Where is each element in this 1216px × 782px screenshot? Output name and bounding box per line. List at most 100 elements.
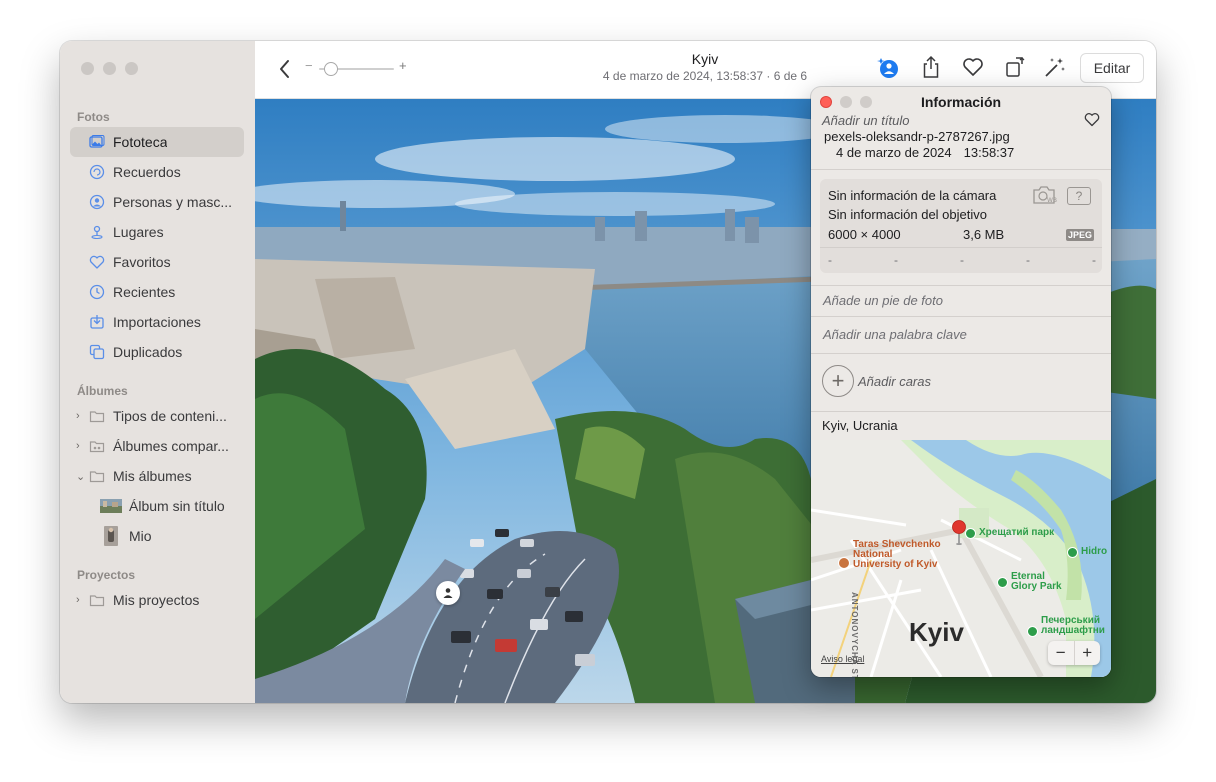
favorite-toggle[interactable] bbox=[1084, 112, 1100, 128]
info-panel: Información Añadir un título pexels-olek… bbox=[811, 87, 1111, 677]
chevron-down-icon[interactable]: ⌄ bbox=[76, 470, 85, 483]
zoom-slider[interactable]: − + bbox=[305, 58, 415, 77]
sidebar-item-label: Mis proyectos bbox=[113, 592, 200, 608]
exif-values: - - - - - bbox=[828, 253, 1096, 267]
sidebar-item-fototeca[interactable]: Fototeca bbox=[70, 127, 244, 157]
svg-text:WB: WB bbox=[1047, 197, 1057, 204]
location-map[interactable]: Taras Shevchenko National University of … bbox=[811, 440, 1111, 677]
sidebar-item-label: Recuerdos bbox=[113, 164, 181, 180]
zoom-knob[interactable] bbox=[323, 62, 338, 76]
zoom-button[interactable] bbox=[125, 62, 138, 75]
sidebar-item-label: Importaciones bbox=[113, 314, 201, 330]
hidro-pin-icon[interactable] bbox=[1067, 547, 1078, 558]
map-zoom-in-button[interactable]: + bbox=[1073, 641, 1101, 665]
zoom-in-label: + bbox=[399, 58, 407, 73]
divider bbox=[820, 247, 1102, 248]
divider bbox=[811, 285, 1111, 286]
chevron-right-icon[interactable]: › bbox=[76, 440, 80, 452]
exif-value: - bbox=[894, 253, 898, 267]
rotate-button[interactable] bbox=[1002, 56, 1028, 82]
map-label-eternal-glory: Eternal Glory Park bbox=[1011, 571, 1062, 592]
add-title-field[interactable]: Añadir un título bbox=[822, 113, 909, 128]
zoom-out-label: − bbox=[305, 58, 313, 73]
person-icon bbox=[441, 586, 455, 600]
magic-wand-icon bbox=[1043, 55, 1067, 84]
folder-icon bbox=[88, 407, 106, 425]
photo-title: Kyiv bbox=[691, 51, 719, 67]
sidebar-item-label: Tipos de conteni... bbox=[113, 408, 227, 424]
sidebar-item-label: Personas y masc... bbox=[113, 194, 233, 210]
eternal-glory-pin-icon[interactable] bbox=[997, 577, 1008, 588]
sidebar-item-label: Lugares bbox=[113, 224, 164, 240]
divider bbox=[811, 411, 1111, 412]
caption-field[interactable]: Añade un pie de foto bbox=[823, 293, 943, 308]
camera-wb-icon: WB bbox=[1032, 185, 1058, 205]
chevron-right-icon[interactable]: › bbox=[76, 594, 80, 606]
import-icon bbox=[88, 313, 106, 331]
university-pin-icon[interactable] bbox=[838, 557, 850, 569]
shared-folder-icon bbox=[88, 437, 106, 455]
album-thumbnail bbox=[100, 526, 122, 546]
sidebar-item-favoritos[interactable]: Favoritos bbox=[70, 247, 244, 277]
sidebar-item-recientes[interactable]: Recientes bbox=[70, 277, 244, 307]
capture-datetime: 4 de marzo de 2024 13:58:37 bbox=[824, 145, 1014, 160]
album-thumbnail bbox=[100, 497, 122, 515]
location-pin-icon[interactable] bbox=[951, 520, 967, 546]
close-button[interactable] bbox=[81, 62, 94, 75]
photo-date-subtitle: 4 de marzo de 2024, 13:58:37 · 6 de 6 bbox=[602, 69, 808, 83]
enhance-button[interactable] bbox=[1042, 56, 1068, 82]
sidebar-item-label: Álbum sin título bbox=[129, 498, 225, 514]
sidebar-item-label: Duplicados bbox=[113, 344, 183, 360]
sidebar-item-personas[interactable]: Personas y masc... bbox=[70, 187, 244, 217]
map-label-pechersk: Печерський ландшафтни bbox=[1041, 615, 1105, 636]
back-button[interactable] bbox=[275, 57, 295, 81]
keyword-field[interactable]: Añadir una palabra clave bbox=[823, 327, 967, 342]
section-header-proyectos: Proyectos bbox=[77, 568, 136, 582]
divider bbox=[811, 316, 1111, 317]
file-size: 3,6 MB bbox=[963, 227, 1005, 242]
sidebar-item-mis-albumes[interactable]: ⌄ Mis álbumes bbox=[70, 461, 244, 491]
window-controls bbox=[81, 62, 138, 75]
add-faces-button[interactable]: + Añadir caras bbox=[822, 365, 931, 397]
share-button[interactable] bbox=[918, 55, 944, 82]
photo-library-icon bbox=[88, 133, 106, 151]
sidebar-item-lugares[interactable]: Lugares bbox=[70, 217, 244, 247]
location-label: Kyiv, Ucrania bbox=[822, 418, 898, 433]
sidebar-item-mio[interactable]: Mio bbox=[70, 521, 244, 551]
info-face-button[interactable] bbox=[875, 56, 901, 82]
sidebar-item-duplicados[interactable]: Duplicados bbox=[70, 337, 244, 367]
section-header-fotos: Fotos bbox=[77, 110, 110, 124]
sidebar-item-mis-proyectos[interactable]: › Mis proyectos bbox=[70, 585, 244, 615]
sidebar-item-label: Fototeca bbox=[113, 134, 168, 150]
info-face-icon bbox=[875, 54, 901, 85]
sidebar-item-albumes-compartidos[interactable]: › Álbumes compar... bbox=[70, 431, 244, 461]
edit-button[interactable]: Editar bbox=[1080, 53, 1144, 83]
sidebar-item-tipos-contenido[interactable]: › Tipos de conteni... bbox=[70, 401, 244, 431]
info-title: Información bbox=[920, 94, 1002, 110]
folder-icon bbox=[88, 591, 106, 609]
exif-value: - bbox=[828, 253, 832, 267]
map-legal-link[interactable]: Aviso legal bbox=[821, 654, 864, 664]
rotate-icon bbox=[1004, 55, 1026, 84]
map-zoom-control: − + bbox=[1048, 641, 1100, 665]
favorite-button[interactable] bbox=[960, 56, 986, 82]
add-faces-label: Añadir caras bbox=[858, 373, 931, 389]
plus-icon: + bbox=[822, 365, 854, 397]
capture-date: 4 de marzo de 2024 bbox=[836, 145, 952, 160]
divider bbox=[811, 353, 1111, 354]
map-zoom-out-button[interactable]: − bbox=[1048, 641, 1074, 665]
sidebar-item-importaciones[interactable]: Importaciones bbox=[70, 307, 244, 337]
minimize-button[interactable] bbox=[103, 62, 116, 75]
sidebar-item-album-sin-titulo[interactable]: Álbum sin título bbox=[70, 491, 244, 521]
pechersk-pin-icon[interactable] bbox=[1027, 626, 1038, 637]
map-city-label: Kyiv bbox=[909, 617, 964, 647]
map-label-hidro: Hidro bbox=[1081, 546, 1108, 557]
duplicates-icon bbox=[88, 343, 106, 361]
camera-info-box: Sin información de la cámara Sin informa… bbox=[820, 179, 1102, 273]
sidebar-item-recuerdos[interactable]: Recuerdos bbox=[70, 157, 244, 187]
sidebar-item-label: Favoritos bbox=[113, 254, 171, 270]
face-detected-badge[interactable] bbox=[436, 581, 460, 605]
people-icon bbox=[88, 193, 106, 211]
chevron-right-icon[interactable]: › bbox=[76, 410, 80, 422]
map-label-university: Taras Shevchenko National University of … bbox=[853, 539, 941, 570]
